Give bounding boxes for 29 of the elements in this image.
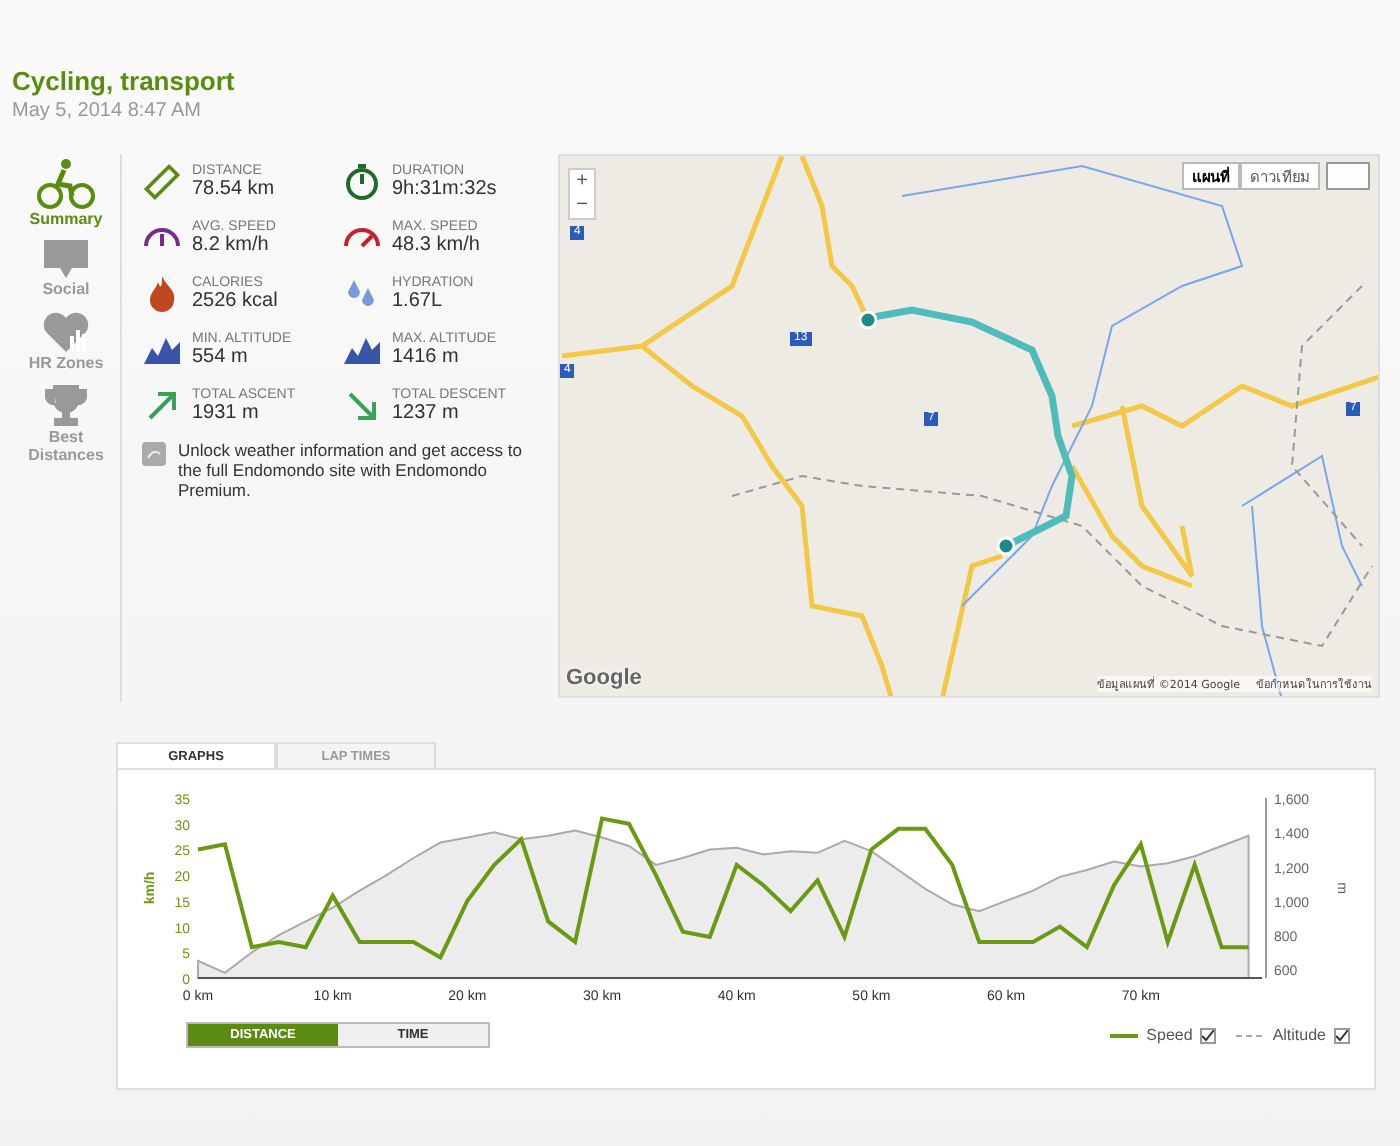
- stat-value: 1237 m: [392, 402, 461, 424]
- stat-value: 1.67L: [392, 290, 445, 312]
- stopwatch-icon: [342, 162, 382, 202]
- sidebar-tab[interactable]: Summary: [14, 158, 118, 228]
- activity-title: Cycling, transport: [12, 66, 237, 96]
- legend-dashed-line-icon: [1236, 1031, 1265, 1039]
- weather-icon: [142, 442, 166, 466]
- speech-bubble-icon: [44, 240, 88, 280]
- fullscreen-button[interactable]: [1326, 162, 1370, 190]
- stat-value: 48.3 km/h: [392, 234, 480, 256]
- cyclist-icon: [36, 158, 96, 210]
- trophy-icon: [44, 384, 88, 428]
- map-logo: Google: [566, 666, 642, 690]
- stat-value: 554 m: [192, 346, 250, 368]
- activity-date: May 5, 2014 8:47 AM: [12, 100, 204, 122]
- stat-value: 1931 m: [192, 402, 261, 424]
- legend-checkbox[interactable]: [1334, 1027, 1350, 1043]
- legend-label: Speed: [1146, 1026, 1193, 1044]
- ruler-icon: [142, 162, 182, 202]
- heart-chart-icon: [42, 310, 90, 354]
- stat-value: 2526 kcal: [192, 290, 278, 312]
- stat-value: 9h:31m:32s: [392, 178, 497, 200]
- legend-checkbox[interactable]: [1200, 1027, 1217, 1043]
- stat-value: 8.2 km/h: [192, 234, 271, 256]
- stat-value: 78.54 km: [192, 178, 275, 200]
- stat-value: 1416 m: [392, 346, 461, 368]
- premium-note: Unlock weather information and get access to the full Endomondo site with Endomondo Premium.: [178, 442, 524, 501]
- legend-label: Altitude: [1272, 1026, 1326, 1044]
- legend-line-icon: [1110, 1031, 1139, 1039]
